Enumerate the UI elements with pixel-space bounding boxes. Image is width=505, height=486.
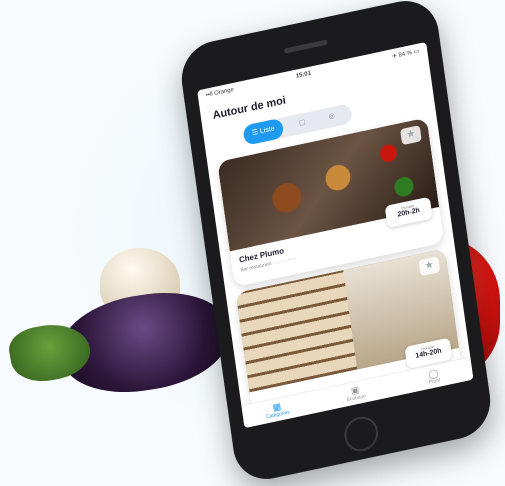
list-icon: ☰ (251, 128, 259, 138)
phone-screen: ••ll Orange 15:01 ✈ 84 % ▭ Autour de moi… (197, 41, 474, 429)
map-icon: ▢ (298, 118, 307, 128)
home-button[interactable] (342, 413, 381, 455)
tab-categories[interactable]: ▦ Catégories (252, 397, 303, 423)
tab-profile[interactable]: ◯ Profil (408, 364, 459, 390)
list-view-label: Liste (259, 125, 276, 136)
carrier-label: ••ll Orange (205, 86, 235, 99)
clock: 15:01 (295, 70, 312, 80)
map-view-button[interactable]: ▢ (289, 111, 315, 136)
pin-icon: ◎ (328, 112, 336, 121)
list-view-button[interactable]: ☰ Liste (242, 117, 285, 146)
tab-label: Profil (428, 377, 441, 386)
location-button[interactable]: ◎ (319, 105, 345, 130)
battery-indicator: ✈ 84 % ▭ (391, 48, 420, 61)
status-bar: ••ll Orange 15:01 ✈ 84 % ▭ (197, 42, 428, 105)
tab-shop[interactable]: ▣ Boutique (330, 380, 381, 406)
phone-speaker (283, 39, 328, 54)
